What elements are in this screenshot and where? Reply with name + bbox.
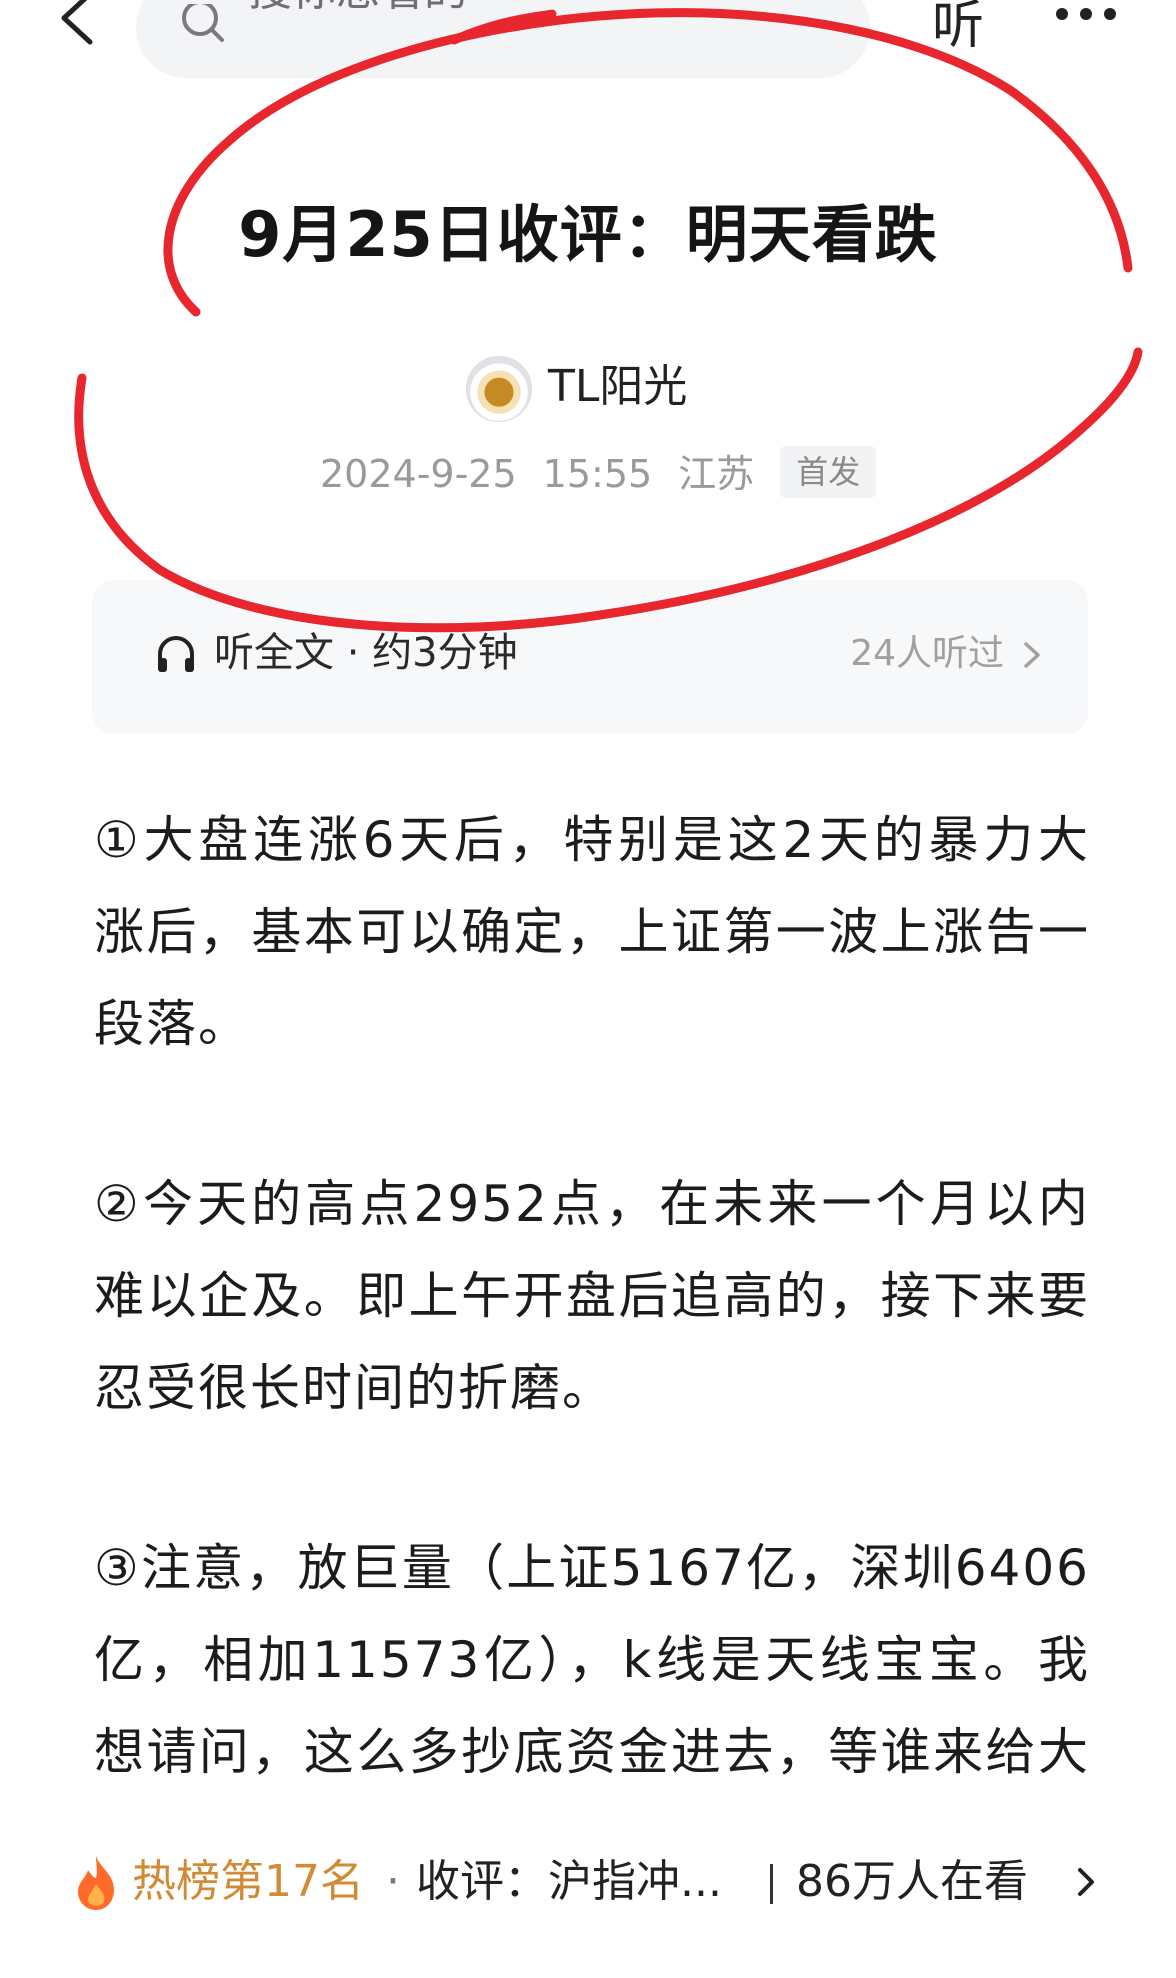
back-button[interactable]: [52, 0, 112, 60]
paragraph-2: ②今天的高点2952点，在未来一个月以内难以企及。即上午开盘后追高的，接下来要忍…: [94, 1175, 1090, 1417]
headphones-icon: [158, 636, 194, 672]
paragraph-1: ①大盘连涨6天后，特别是这2天的暴力大涨后，基本可以确定，上证第一波上涨告一段落…: [94, 811, 1090, 1053]
chevron-right-icon: [1024, 642, 1040, 668]
red-circle-annotation: [74, 8, 1143, 633]
publish-location: 江苏: [678, 452, 755, 496]
search-icon: [182, 4, 224, 42]
chevron-left-icon: [61, 0, 93, 45]
listened-count: 24人听过: [850, 633, 1004, 674]
divider: [770, 1864, 773, 1904]
article-body: ①大盘连涨6天后，特别是这2天的暴力大涨后，基本可以确定，上证第一波上涨告一段落…: [94, 794, 1090, 1978]
first-publish-badge: 首发: [780, 446, 877, 498]
flame-icon: [78, 1856, 114, 1910]
article-meta: 2024-9-25 15:55 江苏 首发: [320, 446, 902, 502]
viewer-count: 86万人在看: [796, 1856, 1028, 1907]
publish-time: 15:55: [542, 452, 653, 496]
listen-full-text-label: 听全文 · 约3分钟: [214, 630, 518, 676]
author-name[interactable]: TL阳光: [548, 360, 687, 414]
avatar[interactable]: [466, 356, 532, 422]
hot-headline: 收评：沪指冲...: [416, 1856, 722, 1907]
separator-dot: ·: [386, 1856, 400, 1907]
listen-button[interactable]: 听: [932, 0, 984, 56]
article-title: 9月25日收评：明天看跌: [238, 198, 938, 271]
search-placeholder: 搜你想看的: [248, 0, 468, 16]
chevron-right-icon[interactable]: [1072, 1862, 1100, 1902]
more-button[interactable]: [1050, 0, 1120, 40]
listen-full-text-card[interactable]: 听全文 · 约3分钟 24人听过: [92, 580, 1088, 734]
more-dots-icon: [1056, 8, 1068, 20]
top-bar: 搜你想看的 听: [0, 0, 1176, 100]
publish-date: 2024-9-25: [320, 452, 517, 496]
hot-rank: 热榜第17名: [132, 1856, 364, 1907]
hot-list-bar[interactable]: 热榜第17名 · 收评：沪指冲... 86万人在看: [0, 1818, 1176, 1952]
search-input[interactable]: 搜你想看的: [136, 0, 870, 78]
